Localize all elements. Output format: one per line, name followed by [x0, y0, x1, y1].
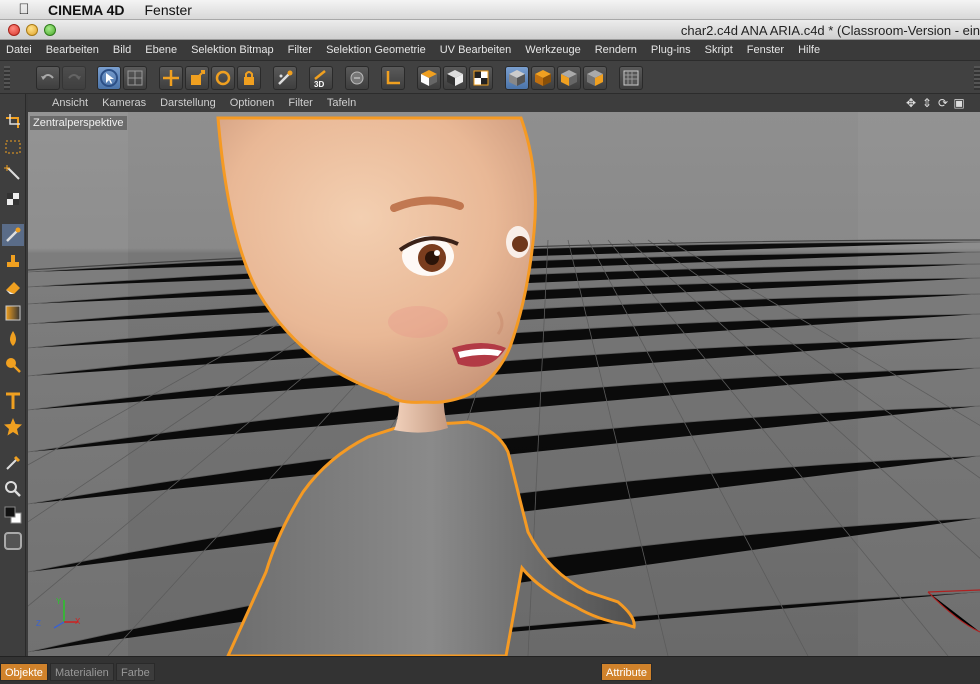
left-tool-palette: [0, 94, 26, 656]
toolbar-handle[interactable]: [4, 66, 10, 90]
stamp-icon[interactable]: [2, 250, 24, 272]
menu-ebene[interactable]: Ebene: [145, 44, 177, 56]
axis-icon[interactable]: [381, 66, 405, 90]
texture-icon-3[interactable]: [469, 66, 493, 90]
vp-menu-tafeln[interactable]: Tafeln: [327, 97, 356, 109]
menu-selektion-bitmap[interactable]: Selektion Bitmap: [191, 44, 274, 56]
cube-icon-4[interactable]: [583, 66, 607, 90]
tab-attributes[interactable]: Attribute: [601, 663, 652, 681]
orbit-icon[interactable]: ⟳: [936, 96, 950, 110]
vp-menu-optionen[interactable]: Optionen: [230, 97, 275, 109]
vp-menu-kameras[interactable]: Kameras: [102, 97, 146, 109]
menu-hilfe[interactable]: Hilfe: [798, 44, 820, 56]
menu-skript[interactable]: Skript: [705, 44, 733, 56]
dolly-icon[interactable]: ⇕: [920, 96, 934, 110]
move-icon[interactable]: [159, 66, 183, 90]
cube-icon-2[interactable]: [531, 66, 555, 90]
menu-selektion-geometrie[interactable]: Selektion Geometrie: [326, 44, 426, 56]
menu-datei[interactable]: Datei: [6, 44, 32, 56]
smudge-icon[interactable]: [2, 328, 24, 350]
svg-text:Z: Z: [36, 619, 41, 628]
menu-bearbeiten[interactable]: Bearbeiten: [46, 44, 99, 56]
tab-materials[interactable]: Materialien: [50, 663, 114, 681]
paint-icon[interactable]: [273, 66, 297, 90]
fenster-menu[interactable]: Fenster: [145, 2, 192, 18]
menu-plugins[interactable]: Plug-ins: [651, 44, 691, 56]
bodypaint-icon[interactable]: [345, 66, 369, 90]
app-menubar: Datei Bearbeiten Bild Ebene Selektion Bi…: [0, 40, 980, 60]
vp-menu-filter[interactable]: Filter: [288, 97, 312, 109]
3d-paint-icon[interactable]: 3D: [309, 66, 333, 90]
close-window-button[interactable]: [8, 24, 20, 36]
texture-icon-1[interactable]: [417, 66, 441, 90]
redo-icon[interactable]: [62, 66, 86, 90]
eraser-icon[interactable]: [2, 276, 24, 298]
menu-rendern[interactable]: Rendern: [595, 44, 637, 56]
texture-icon-2[interactable]: [443, 66, 467, 90]
svg-text:X: X: [75, 617, 81, 626]
transform-icon[interactable]: [2, 110, 24, 132]
apple-icon[interactable]: : [0, 1, 48, 18]
selection-icon[interactable]: [97, 66, 121, 90]
rotate-icon[interactable]: [211, 66, 235, 90]
cube-icon-3[interactable]: [557, 66, 581, 90]
zoom-icon[interactable]: [2, 478, 24, 500]
vp-menu-darstellung[interactable]: Darstellung: [160, 97, 216, 109]
pan-icon[interactable]: ✥: [904, 96, 918, 110]
menu-werkzeuge[interactable]: Werkzeuge: [525, 44, 580, 56]
menu-filter[interactable]: Filter: [288, 44, 312, 56]
viewport-menubar: Ansicht Kameras Darstellung Optionen Fil…: [28, 94, 980, 112]
layer-icon[interactable]: [2, 530, 24, 552]
scale-icon[interactable]: [185, 66, 209, 90]
svg-text:3D: 3D: [314, 80, 324, 89]
rect-select-icon[interactable]: [2, 136, 24, 158]
tab-objects[interactable]: Objekte: [0, 663, 48, 681]
brush-icon[interactable]: [2, 224, 24, 246]
main-toolbar: 3D: [0, 60, 980, 94]
lock-icon[interactable]: [237, 66, 261, 90]
zoom-window-button[interactable]: [44, 24, 56, 36]
cube-active-icon[interactable]: [505, 66, 529, 90]
render-icon[interactable]: [619, 66, 643, 90]
window-title: char2.c4d ANA ARIA.c4d * (Classroom-Vers…: [680, 23, 980, 38]
3d-viewport[interactable]: Y X Z Zentralperspektive: [28, 112, 980, 656]
menu-uv-bearbeiten[interactable]: UV Bearbeiten: [440, 44, 512, 56]
gradient-icon[interactable]: [2, 302, 24, 324]
toolbar-handle-right[interactable]: [974, 66, 980, 90]
star-icon[interactable]: [2, 416, 24, 438]
maximize-view-icon[interactable]: ▣: [952, 96, 966, 110]
tab-color[interactable]: Farbe: [116, 663, 155, 681]
camera-label: Zentralperspektive: [30, 116, 127, 130]
text-icon[interactable]: [2, 390, 24, 412]
bottom-panel-tabs: Objekte Materialien Farbe Attribute: [0, 656, 980, 684]
vp-menu-ansicht[interactable]: Ansicht: [52, 97, 88, 109]
undo-icon[interactable]: [36, 66, 60, 90]
eyedropper-icon[interactable]: [2, 452, 24, 474]
checker-icon[interactable]: [2, 188, 24, 210]
app-name-menu[interactable]: CINEMA 4D: [48, 2, 125, 18]
minimize-window-button[interactable]: [26, 24, 38, 36]
svg-text:Y: Y: [56, 597, 62, 606]
window-titlebar: char2.c4d ANA ARIA.c4d * (Classroom-Vers…: [0, 20, 980, 40]
view-grid-icon[interactable]: [123, 66, 147, 90]
color-swatch-icon[interactable]: [2, 504, 24, 526]
menu-bild[interactable]: Bild: [113, 44, 131, 56]
mac-menubar:  CINEMA 4D Fenster: [0, 0, 980, 20]
dodge-icon[interactable]: [2, 354, 24, 376]
viewport-scene: Y X Z: [28, 112, 980, 656]
magic-wand-icon[interactable]: [2, 162, 24, 184]
menu-fenster[interactable]: Fenster: [747, 44, 784, 56]
